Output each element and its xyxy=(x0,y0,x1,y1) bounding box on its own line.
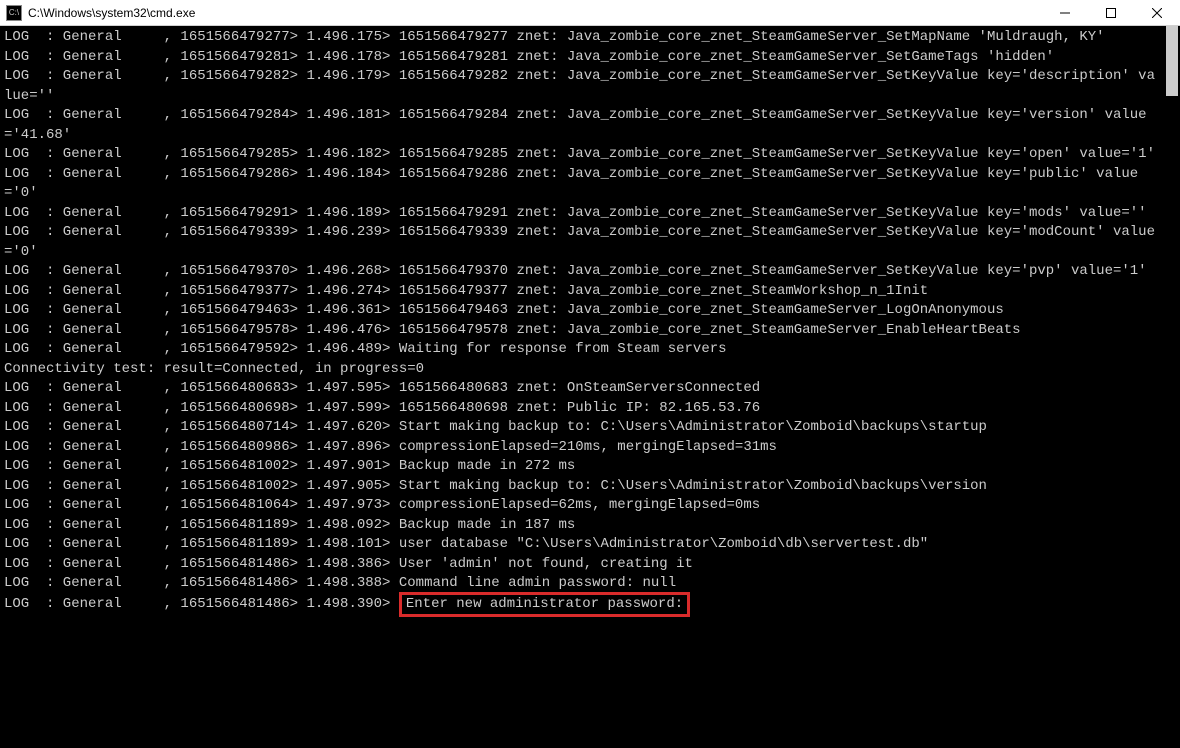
cmd-icon: C:\ xyxy=(6,5,22,21)
log-line: LOG : General , 1651566480683> 1.497.595… xyxy=(4,379,1160,399)
log-line: LOG : General , 1651566479277> 1.496.175… xyxy=(4,28,1160,48)
log-line: LOG : General , 1651566479284> 1.496.181… xyxy=(4,106,1160,145)
log-line: LOG : General , 1651566481002> 1.497.905… xyxy=(4,477,1160,497)
console-output[interactable]: LOG : General , 1651566479277> 1.496.175… xyxy=(0,26,1164,748)
maximize-button[interactable] xyxy=(1088,0,1134,25)
log-line: LOG : General , 1651566479285> 1.496.182… xyxy=(4,145,1160,165)
console-area: LOG : General , 1651566479277> 1.496.175… xyxy=(0,26,1180,748)
log-line: Connectivity test: result=Connected, in … xyxy=(4,360,1160,380)
log-line: LOG : General , 1651566481189> 1.498.101… xyxy=(4,535,1160,555)
log-line: LOG : General , 1651566479339> 1.496.239… xyxy=(4,223,1160,262)
log-line: LOG : General , 1651566479281> 1.496.178… xyxy=(4,48,1160,68)
log-line: LOG : General , 1651566481189> 1.498.092… xyxy=(4,516,1160,536)
log-line: LOG : General , 1651566479370> 1.496.268… xyxy=(4,262,1160,282)
close-button[interactable] xyxy=(1134,0,1180,25)
log-line: LOG : General , 1651566481064> 1.497.973… xyxy=(4,496,1160,516)
log-line: LOG : General , 1651566479592> 1.496.489… xyxy=(4,340,1160,360)
minimize-button[interactable] xyxy=(1042,0,1088,25)
password-prompt-highlight: Enter new administrator password: xyxy=(399,592,690,618)
log-line: LOG : General , 1651566480698> 1.497.599… xyxy=(4,399,1160,419)
log-line: LOG : General , 1651566480714> 1.497.620… xyxy=(4,418,1160,438)
log-line: LOG : General , 1651566479291> 1.496.189… xyxy=(4,204,1160,224)
log-line-prompt: LOG : General , 1651566481486> 1.498.390… xyxy=(4,594,1160,616)
window-titlebar: C:\ C:\Windows\system32\cmd.exe xyxy=(0,0,1180,26)
log-line: LOG : General , 1651566479286> 1.496.184… xyxy=(4,165,1160,204)
log-line: LOG : General , 1651566479282> 1.496.179… xyxy=(4,67,1160,106)
log-line: LOG : General , 1651566479578> 1.496.476… xyxy=(4,321,1160,341)
log-line: LOG : General , 1651566479463> 1.496.361… xyxy=(4,301,1160,321)
cmd-icon-label: C:\ xyxy=(9,9,19,17)
log-line: LOG : General , 1651566479377> 1.496.274… xyxy=(4,282,1160,302)
log-line: LOG : General , 1651566480986> 1.497.896… xyxy=(4,438,1160,458)
window-controls xyxy=(1042,0,1180,25)
scrollbar[interactable] xyxy=(1164,26,1180,748)
scroll-thumb[interactable] xyxy=(1166,26,1178,96)
window-title: C:\Windows\system32\cmd.exe xyxy=(28,6,1042,20)
log-line: LOG : General , 1651566481486> 1.498.386… xyxy=(4,555,1160,575)
log-line: LOG : General , 1651566481002> 1.497.901… xyxy=(4,457,1160,477)
